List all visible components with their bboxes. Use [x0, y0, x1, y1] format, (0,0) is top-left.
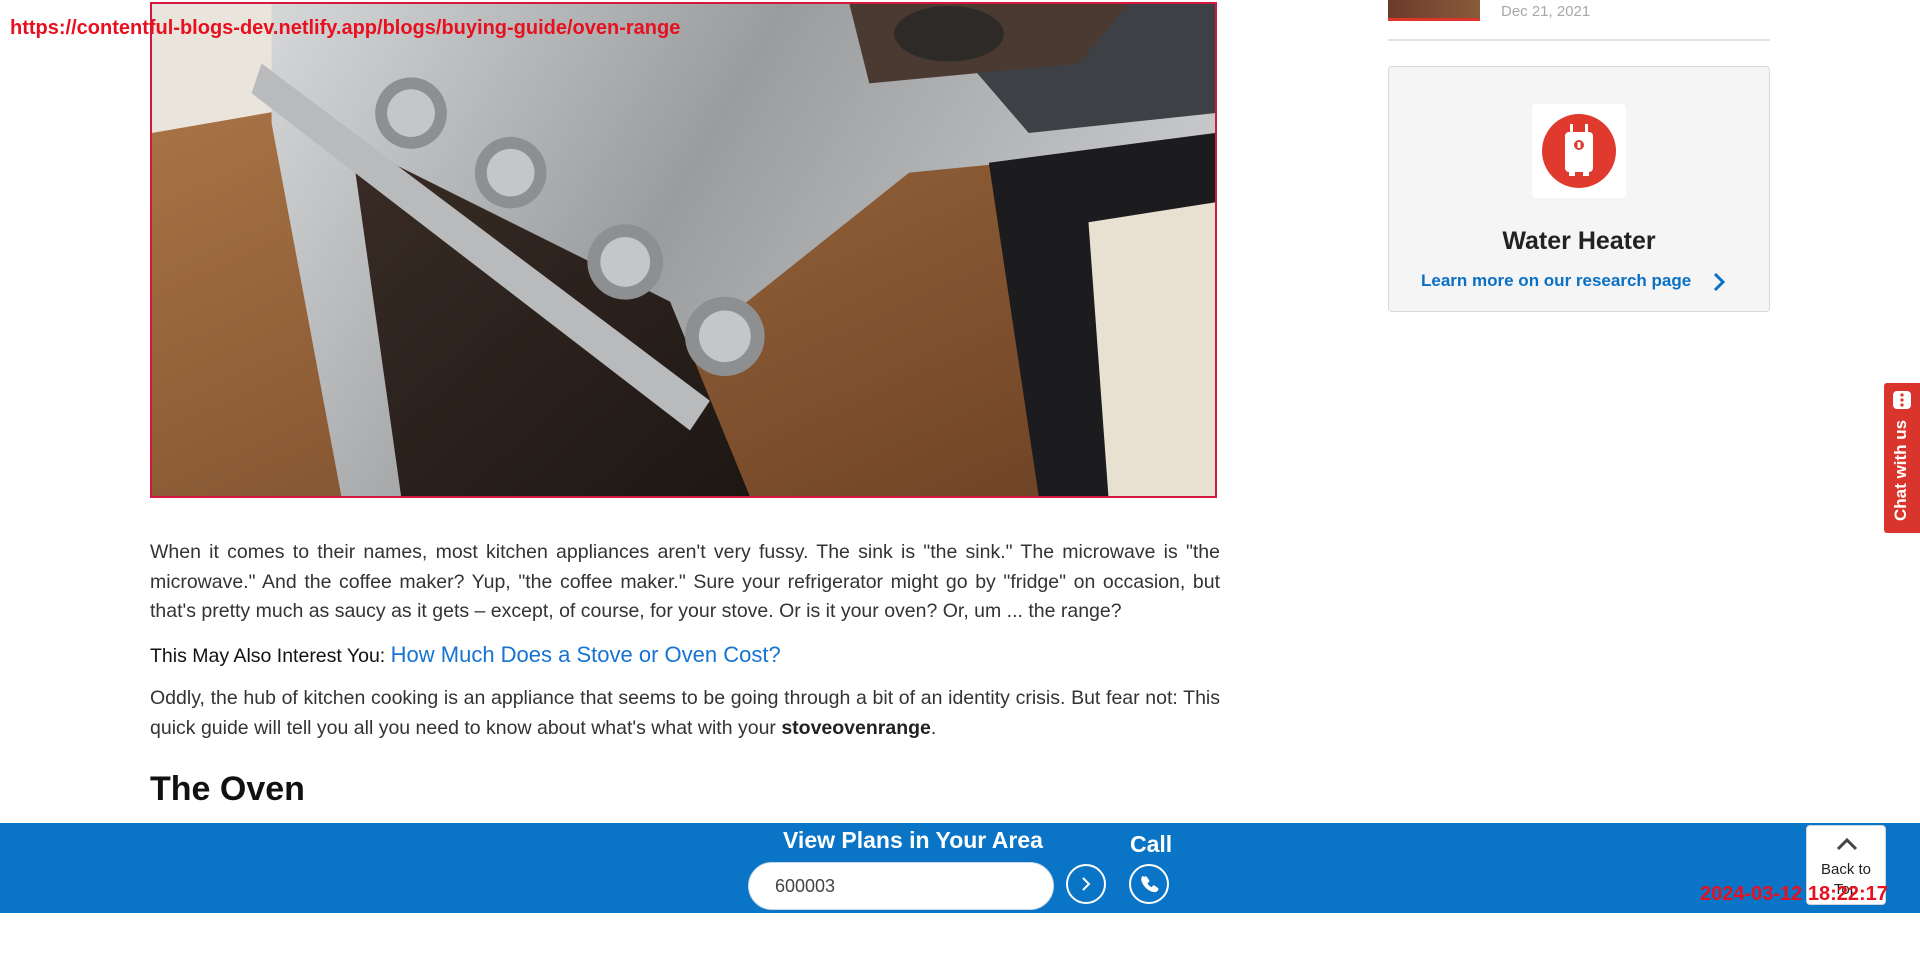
- sidebar-divider: [1388, 39, 1770, 41]
- chat-bubble-icon: [1893, 391, 1911, 409]
- page-url: https://contentful-blogs-dev.netlify.app…: [10, 17, 681, 39]
- capture-timestamp: 2024-03-12 18:22:17: [1700, 883, 1888, 905]
- guide-paragraph-bold: stoveovenrange: [781, 716, 931, 739]
- prev-article-date: Dec 21, 2021: [1501, 3, 1591, 20]
- chat-label: Chat with us: [1891, 419, 1910, 521]
- section-heading-oven: The Oven: [150, 770, 305, 808]
- guide-paragraph-text: Oddly, the hub of kitchen cooking is an …: [150, 687, 1220, 739]
- related-label: This May Also Interest You:: [150, 645, 386, 667]
- zip-submit-button[interactable]: [1066, 864, 1106, 904]
- water-heater-icon: [1532, 104, 1626, 198]
- related-article: This May Also Interest You: How Much Doe…: [150, 640, 1220, 671]
- call-button[interactable]: [1129, 864, 1169, 904]
- prev-article-thumbnail[interactable]: [1388, 0, 1480, 21]
- intro-paragraph: When it comes to their names, most kitch…: [150, 541, 1220, 622]
- chevron-up-icon: [1836, 837, 1858, 851]
- water-heater-card: Water Heater Learn more on our research …: [1388, 66, 1770, 312]
- guide-paragraph: Oddly, the hub of kitchen cooking is an …: [150, 684, 1220, 743]
- zip-code-input[interactable]: [748, 862, 1054, 910]
- research-page-link[interactable]: Learn more on our research page: [1421, 271, 1691, 291]
- guide-paragraph-end: .: [930, 716, 937, 739]
- chevron-right-icon[interactable]: [1711, 271, 1727, 293]
- phone-icon: [1141, 875, 1159, 893]
- view-plans-title: View Plans in Your Area: [783, 827, 1043, 853]
- plans-bottom-bar: View Plans in Your Area Call: [0, 823, 1920, 913]
- related-article-link[interactable]: How Much Does a Stove or Oven Cost?: [391, 642, 781, 667]
- chevron-right-icon: [1082, 877, 1091, 891]
- oven-range-hero-image: [150, 2, 1217, 498]
- call-label: Call: [1130, 831, 1173, 857]
- chat-with-us-tab[interactable]: Chat with us: [1884, 383, 1920, 533]
- card-title: Water Heater: [1502, 227, 1656, 255]
